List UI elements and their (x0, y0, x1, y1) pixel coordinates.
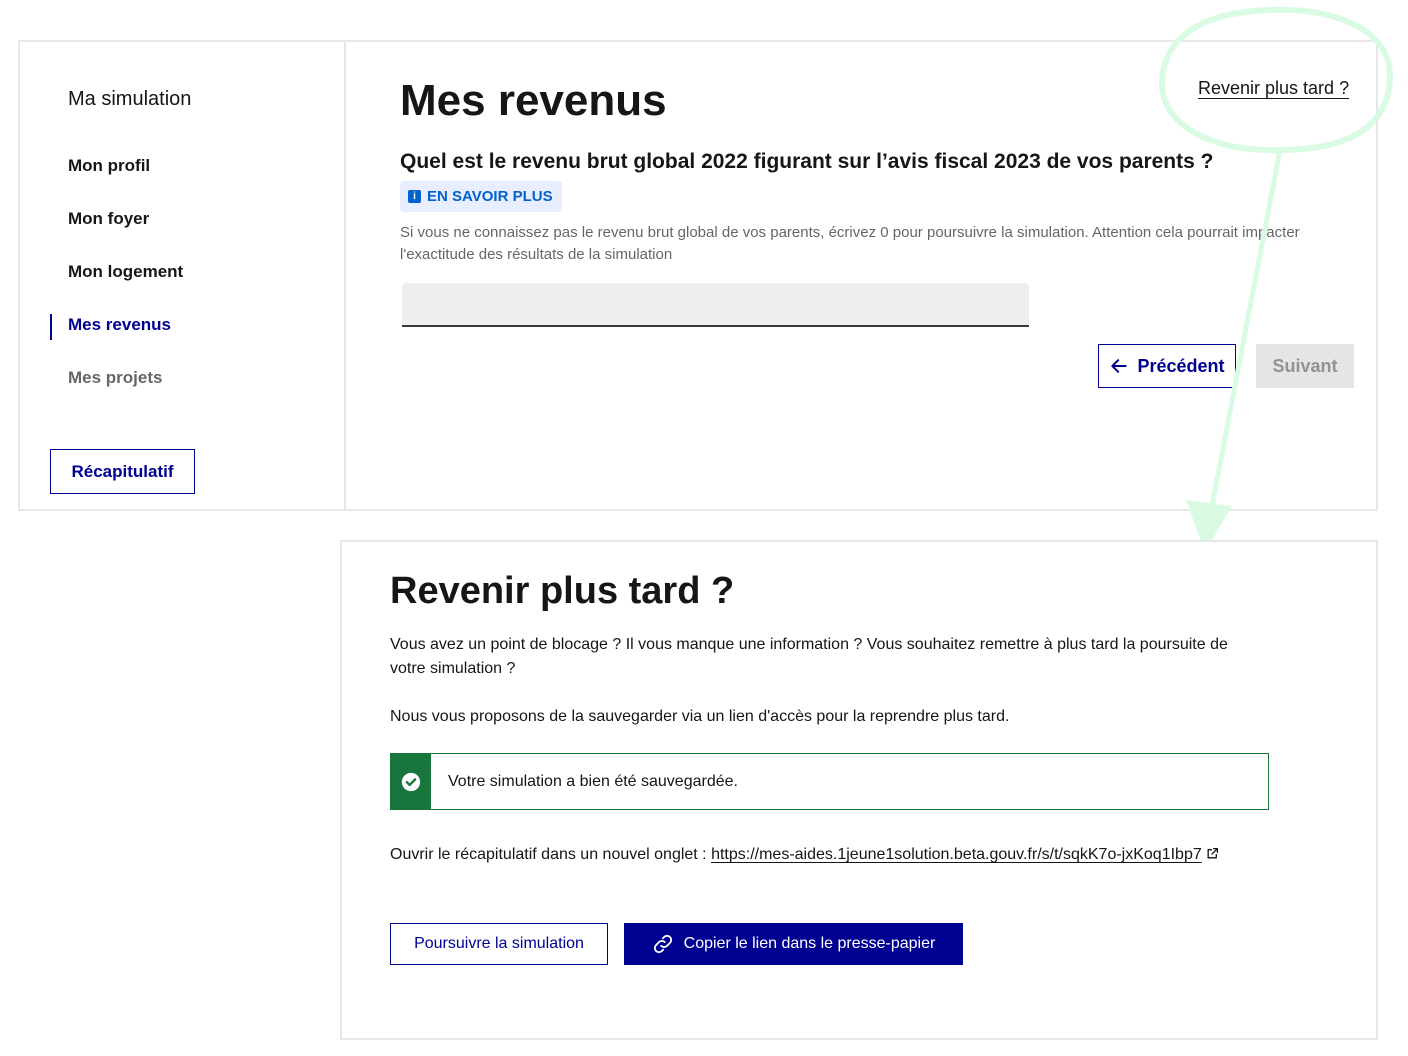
sidebar-item-mes-revenus[interactable]: Mes revenus (68, 315, 171, 335)
continue-simulation-button[interactable]: Poursuivre la simulation (390, 923, 608, 965)
previous-button[interactable]: Précédent (1098, 344, 1236, 388)
copy-link-button[interactable]: Copier le lien dans le presse-papier (624, 923, 963, 965)
recap-link[interactable]: https://mes-aides.1jeune1solution.beta.g… (711, 846, 1219, 863)
simulation-sidebar: Ma simulation Mon profil Mon foyer Mon l… (20, 42, 346, 509)
success-alert-bar (391, 754, 431, 809)
modal-save-text: Nous vous proposons de la sauvegarder vi… (390, 708, 1010, 725)
page-title: Mes revenus (400, 76, 667, 125)
come-back-later-link[interactable]: Revenir plus tard ? (1198, 78, 1349, 99)
question-hint: Si vous ne connaissez pas le revenu brut… (400, 224, 1300, 263)
modal-intro-text: Vous avez un point de blocage ? Il vous … (390, 636, 1228, 677)
success-alert-text: Votre simulation a bien été sauvegardée. (448, 772, 738, 790)
sidebar-item-mon-logement[interactable]: Mon logement (68, 262, 183, 282)
sidebar-item-mes-projets[interactable]: Mes projets (68, 368, 162, 388)
sidebar-title: Ma simulation (68, 88, 192, 110)
info-icon: i (408, 190, 421, 203)
come-back-later-panel: Revenir plus tard ? Vous avez un point d… (340, 540, 1378, 1040)
revenue-input[interactable] (402, 283, 1029, 327)
active-indicator (50, 314, 52, 340)
arrow-left-icon (1111, 359, 1128, 373)
recap-button[interactable]: Récapitulatif (50, 449, 195, 494)
sidebar-item-mon-profil[interactable]: Mon profil (68, 156, 150, 176)
recap-link-intro: Ouvrir le récapitulatif dans un nouvel o… (390, 846, 712, 863)
external-link-icon (1207, 847, 1218, 859)
modal-title: Revenir plus tard ? (390, 570, 735, 612)
next-button[interactable]: Suivant (1256, 344, 1354, 388)
previous-button-label: Précédent (1137, 355, 1225, 376)
learn-more-badge[interactable]: i EN SAVOIR PLUS (400, 181, 562, 212)
link-icon (653, 934, 672, 954)
recap-link-url: https://mes-aides.1jeune1solution.beta.g… (711, 846, 1202, 863)
question-label: Quel est le revenu brut global 2022 figu… (400, 150, 1214, 173)
copy-link-label: Copier le lien dans le presse-papier (683, 935, 936, 952)
learn-more-label: EN SAVOIR PLUS (427, 188, 553, 205)
recap-link-paragraph: Ouvrir le récapitulatif dans un nouvel o… (390, 843, 1250, 867)
success-alert: Votre simulation a bien été sauvegardée. (390, 753, 1269, 810)
check-circle-icon (401, 772, 421, 791)
sidebar-item-mon-foyer[interactable]: Mon foyer (68, 209, 149, 229)
simulation-form-panel: Ma simulation Mon profil Mon foyer Mon l… (18, 40, 1378, 511)
